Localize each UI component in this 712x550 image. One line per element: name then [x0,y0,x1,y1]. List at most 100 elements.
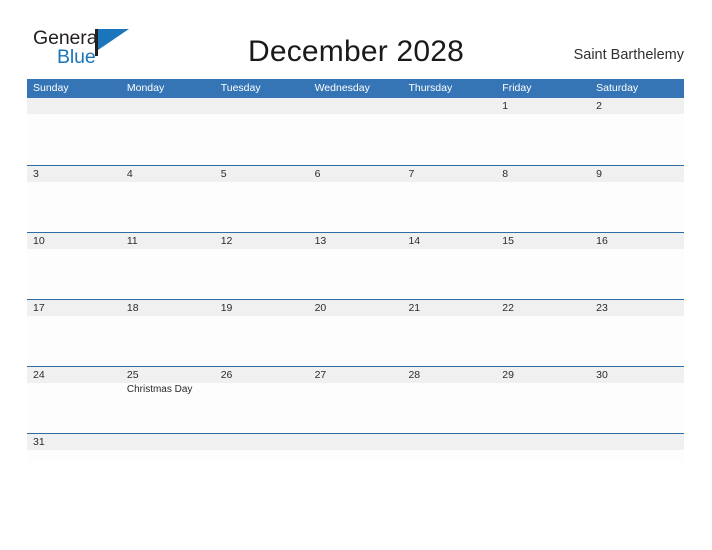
calendar-day-cell[interactable]: 12 [215,233,309,299]
calendar-day-cell[interactable]: 31 [27,434,121,462]
weekday-header-row: Sunday Monday Tuesday Wednesday Thursday… [27,79,684,98]
day-number [596,434,684,450]
calendar-day-cell[interactable]: 13 [309,233,403,299]
day-number: 18 [126,302,139,314]
day-number [408,98,496,114]
location-label: Saint Barthelemy [573,47,684,63]
day-number: 16 [596,235,608,247]
day-number: 4 [126,168,133,180]
calendar-day-cell[interactable]: 2 [590,98,684,165]
calendar-day-cell[interactable]: 3 [27,166,121,232]
calendar-day-cell[interactable]: 14 [402,233,496,299]
calendar-day-cell[interactable] [309,434,403,462]
weekday-thursday: Thursday [408,82,453,94]
calendar-day-cell[interactable] [215,434,309,462]
weekday-wednesday: Wednesday [314,82,370,94]
week-cells: 17 18 19 20 21 22 23 [27,300,684,366]
day-number: 8 [502,168,509,180]
calendar-day-cell[interactable] [402,434,496,462]
calendar-week-row: 12 [27,98,684,165]
day-number: 30 [596,369,608,381]
week-cells: 10 11 12 13 14 15 16 [27,233,684,299]
week-cells: 3 4 5 6 7 8 9 [27,166,684,232]
day-number: 20 [314,302,327,314]
day-events: Christmas Day [127,383,215,397]
page-header: General Blue December 2028 Saint Barthel… [0,0,712,76]
calendar-day-cell[interactable]: 6 [309,166,403,232]
day-number [33,98,121,114]
day-number: 3 [33,168,39,180]
calendar-day-cell[interactable] [121,434,215,462]
calendar-day-cell[interactable]: 25 Christmas Day [121,367,215,433]
day-number: 6 [314,168,321,180]
calendar-day-cell[interactable]: 28 [402,367,496,433]
calendar-day-cell[interactable]: 9 [590,166,684,232]
day-number: 5 [220,168,227,180]
day-number: 27 [314,369,327,381]
day-number: 12 [220,235,233,247]
calendar-day-cell[interactable]: 16 [590,233,684,299]
day-number: 10 [33,235,45,247]
day-number: 31 [33,436,45,448]
week-cells: 24 25 Christmas Day 26 27 28 29 30 [27,367,684,433]
calendar-day-cell[interactable] [496,434,590,462]
day-number: 17 [33,302,45,314]
calendar-day-cell[interactable]: 21 [402,300,496,366]
calendar-day-cell[interactable]: 11 [121,233,215,299]
weekday-monday: Monday [126,82,165,94]
calendar-day-cell[interactable]: 17 [27,300,121,366]
calendar-day-cell[interactable]: 30 [590,367,684,433]
weekday-saturday: Saturday [596,82,639,94]
weekday-friday: Friday [502,82,532,94]
calendar-day-cell[interactable]: 20 [309,300,403,366]
calendar-day-cell[interactable]: 23 [590,300,684,366]
calendar-day-cell[interactable]: 27 [309,367,403,433]
calendar-day-cell[interactable]: 5 [215,166,309,232]
calendar-day-cell[interactable]: 26 [215,367,309,433]
calendar-page: General Blue December 2028 Saint Barthel… [0,0,712,550]
calendar-day-cell[interactable]: 24 [27,367,121,433]
day-number: 19 [220,302,233,314]
day-number [221,434,309,450]
day-number: 21 [408,302,421,314]
day-number: 14 [408,235,421,247]
calendar-day-cell[interactable] [309,98,403,165]
calendar-day-cell[interactable]: 15 [496,233,590,299]
weekday-tuesday: Tuesday [220,82,261,94]
day-number: 1 [502,100,509,112]
week-cells: 12 [27,98,684,165]
calendar-day-cell[interactable]: 22 [496,300,590,366]
day-number: 11 [126,235,138,247]
day-number: 9 [596,168,602,180]
calendar-day-cell[interactable]: 10 [27,233,121,299]
calendar-day-cell[interactable]: 1 [496,98,590,165]
calendar-day-cell[interactable] [590,434,684,462]
weekday-sunday: Sunday [33,82,69,94]
day-number [221,98,309,114]
calendar-grid: Sunday Monday Tuesday Wednesday Thursday… [27,79,684,462]
day-number: 29 [502,369,514,381]
calendar-week-row: 31 [27,433,684,462]
calendar-day-cell[interactable] [121,98,215,165]
day-number: 22 [502,302,514,314]
day-number [127,98,215,114]
calendar-week-row: 3 4 5 6 7 8 9 [27,165,684,232]
calendar-weeks: 1 2 3 4 5 6 7 8 9 10 11 12 13 14 15 16 17 18 19 20 21 22 23 24 2… [27,98,684,462]
day-number: 26 [220,369,233,381]
day-number: 23 [596,302,608,314]
day-number [127,434,215,450]
calendar-day-cell[interactable] [27,98,121,165]
calendar-week-row: 10 11 12 13 14 15 16 [27,232,684,299]
calendar-day-cell[interactable] [215,98,309,165]
day-number: 28 [408,369,421,381]
calendar-week-row: 24 25 Christmas Day 26 27 28 29 30 [27,366,684,433]
calendar-day-cell[interactable]: 7 [402,166,496,232]
day-number: 24 [33,369,45,381]
calendar-day-cell[interactable]: 4 [121,166,215,232]
calendar-day-cell[interactable]: 29 [496,367,590,433]
calendar-day-cell[interactable]: 8 [496,166,590,232]
calendar-day-cell[interactable]: 18 [121,300,215,366]
calendar-day-cell[interactable] [402,98,496,165]
calendar-day-cell[interactable]: 19 [215,300,309,366]
day-number [502,434,590,450]
